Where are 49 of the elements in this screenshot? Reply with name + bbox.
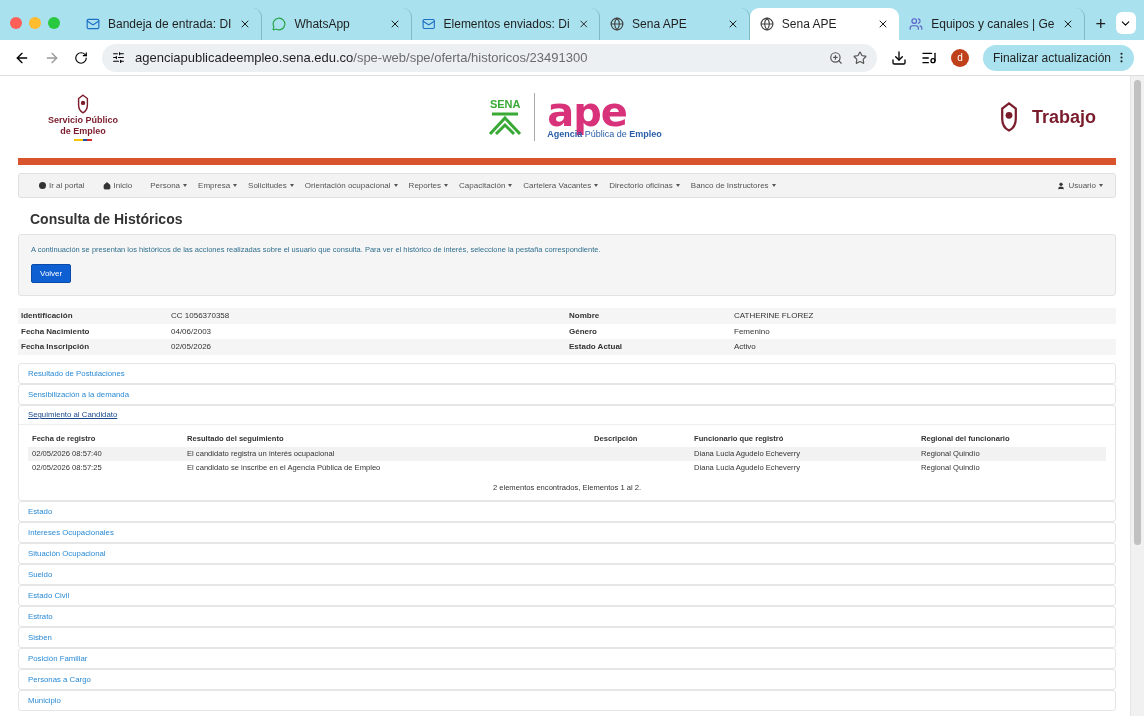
field-value: CC 1056370358 <box>171 311 231 321</box>
field-label: Identificación <box>21 311 74 321</box>
nav-link[interactable]: Reportes <box>408 181 449 190</box>
nav-link[interactable]: Directorio oficinas <box>609 181 680 190</box>
field-value: 02/05/2026 <box>171 342 213 352</box>
field-value: CATHERINE FLOREZ <box>734 311 815 321</box>
nav-link[interactable]: Banco de Instructores <box>690 181 776 190</box>
nav-link[interactable]: Capacitación <box>459 181 513 190</box>
globe-icon <box>759 17 774 31</box>
field-label: Fecha Inscripción <box>21 342 91 352</box>
user-menu[interactable]: Usuario <box>1057 181 1103 190</box>
browser-tab[interactable]: Sena APE <box>749 8 900 40</box>
site-settings-icon[interactable] <box>112 51 125 64</box>
nav-link[interactable]: Solicitudes <box>248 181 294 190</box>
sena-logo: SENA <box>488 98 523 136</box>
mail-icon <box>86 17 100 31</box>
chat-icon <box>272 17 287 31</box>
new-tab-button[interactable]: + <box>1085 8 1116 40</box>
page-title: Consulta de Históricos <box>30 211 184 227</box>
field-value: Activo <box>734 342 757 352</box>
home-icon <box>102 181 111 190</box>
trabajo-logo: Trabajo <box>991 100 1096 134</box>
nav-link[interactable]: Inicio <box>102 181 133 190</box>
profile-avatar[interactable]: d <box>950 48 969 67</box>
globe-icon <box>610 17 625 31</box>
bookmark-icon[interactable] <box>852 50 867 65</box>
field-value: Femenino <box>734 326 771 336</box>
nav-link[interactable]: Cartelera Vacantes <box>523 181 599 190</box>
reload-icon[interactable] <box>74 50 88 65</box>
update-button[interactable]: Finalizar actualización <box>982 44 1134 71</box>
user-icon <box>1057 181 1066 190</box>
mail-icon <box>422 17 436 31</box>
zoom-icon[interactable] <box>828 50 843 65</box>
nav-link[interactable]: Orientación ocupacional <box>304 181 398 190</box>
nav-link[interactable]: Empresa <box>198 181 238 190</box>
field-label: Fecha Nacimiento <box>21 326 91 336</box>
field-value: 04/06/2003 <box>171 326 213 336</box>
nav-link[interactable]: Ir al portal <box>39 181 85 190</box>
back-button[interactable]: Volver <box>31 264 72 283</box>
field-label: Estado Actual <box>569 342 624 352</box>
people-icon <box>909 17 924 31</box>
servicio-publico-logo: Servicio Público de Empleo <box>48 93 119 141</box>
download-icon[interactable] <box>890 49 907 66</box>
field-label: Género <box>569 326 598 336</box>
nav-link[interactable]: Persona <box>150 181 188 190</box>
tab-list-button[interactable] <box>1115 12 1136 34</box>
address-bar[interactable]: agenciapublicadeempleo.sena.edu.co/spe-web/spe/oferta/historicos/23491300 <box>102 43 877 72</box>
field-label: Nombre <box>569 311 601 321</box>
scrollbar-thumb[interactable] <box>1134 80 1141 545</box>
